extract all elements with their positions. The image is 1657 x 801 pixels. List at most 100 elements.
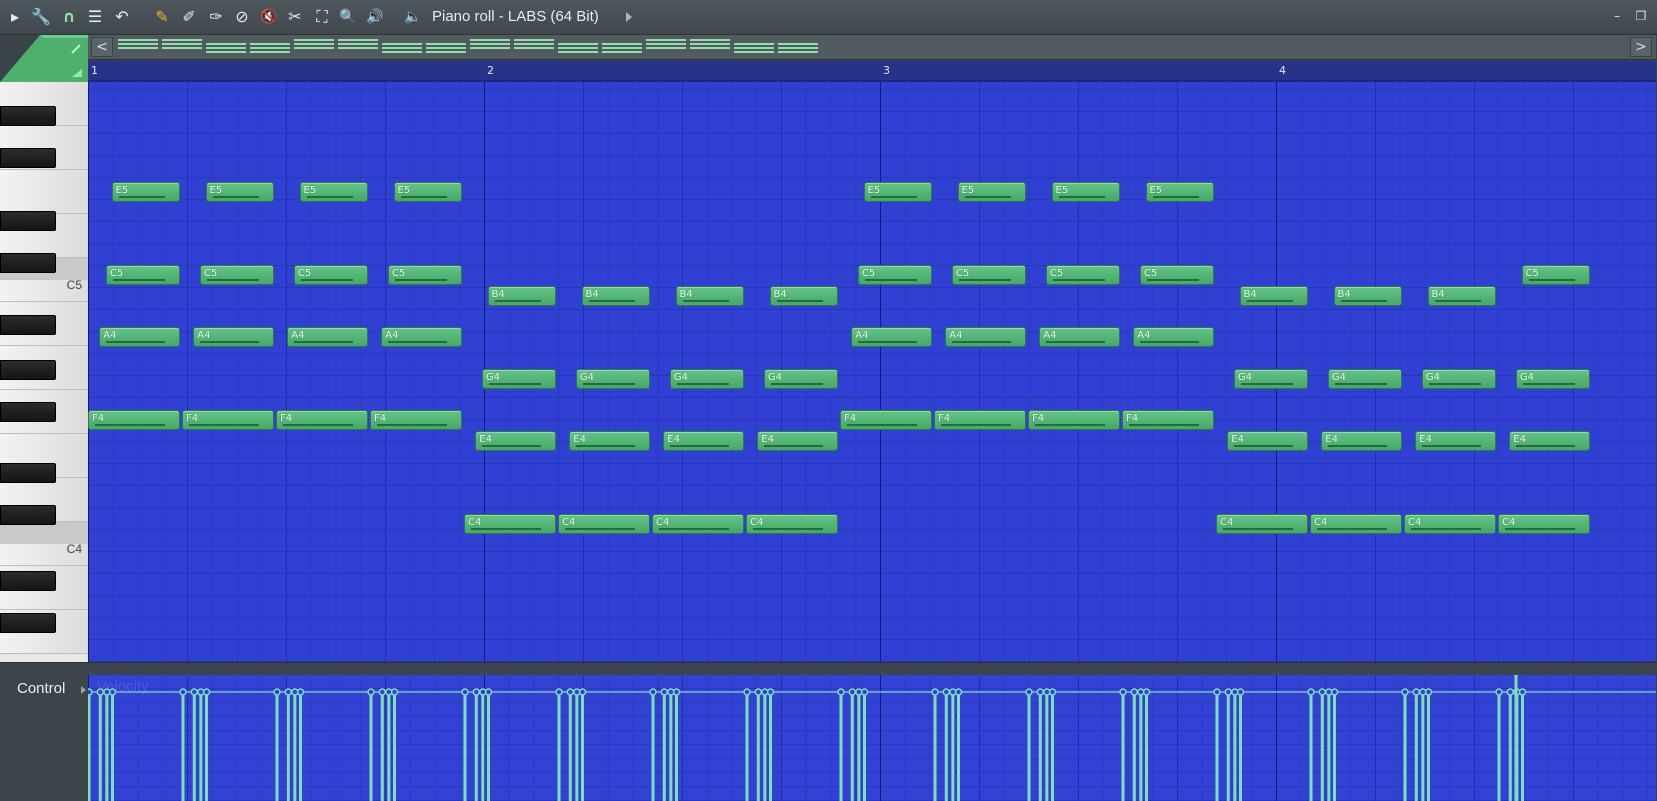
note-e5[interactable]: E5 [1051, 182, 1120, 202]
paint-icon[interactable]: ✑ [205, 6, 227, 28]
note-e5[interactable]: E5 [111, 182, 180, 202]
note-e5[interactable]: E5 [299, 182, 368, 202]
note-f4[interactable]: F4 [88, 410, 180, 430]
note-c5[interactable]: C5 [387, 265, 462, 285]
note-e4[interactable]: E4 [1227, 431, 1308, 451]
note-g4[interactable]: G4 [1515, 369, 1590, 389]
note-e4[interactable]: E4 [1415, 431, 1496, 451]
note-c4[interactable]: C4 [652, 514, 744, 534]
note-g4[interactable]: G4 [669, 369, 744, 389]
note-a4[interactable]: A4 [1039, 327, 1120, 347]
black-key[interactable] [0, 360, 56, 380]
black-key[interactable] [0, 463, 56, 483]
note-a4[interactable]: A4 [287, 327, 368, 347]
note-c4[interactable]: C4 [1310, 514, 1402, 534]
mute-icon[interactable]: 🔇 [258, 6, 280, 28]
note-e5[interactable]: E5 [863, 182, 932, 202]
note-c5[interactable]: C5 [1521, 265, 1590, 285]
note-a4[interactable]: A4 [381, 327, 462, 347]
note-e4[interactable]: E4 [757, 431, 838, 451]
note-c4[interactable]: C4 [1498, 514, 1590, 534]
note-grid[interactable]: E5 E5 E5 E5 C5 C5 C5 C5 A4 A4 A4 A4 F4 F4 F4 F4 B4 B4 B4 B4… [88, 82, 1656, 662]
pane-divider[interactable] [0, 662, 1657, 675]
playback-icon[interactable]: 🔊 [364, 6, 386, 28]
note-a4[interactable]: A4 [193, 327, 274, 347]
note-c4[interactable]: C4 [1404, 514, 1496, 534]
note-b4[interactable]: B4 [1427, 286, 1496, 306]
speaker-icon[interactable]: 🔈 [402, 6, 424, 28]
note-a4[interactable]: A4 [99, 327, 180, 347]
note-c4[interactable]: C4 [464, 514, 556, 534]
pattern-overview[interactable]: < > [88, 35, 1656, 60]
note-g4[interactable]: G4 [1233, 369, 1308, 389]
note-c4[interactable]: C4 [1216, 514, 1308, 534]
undo-icon[interactable]: ↶ [111, 6, 133, 28]
magnet-icon[interactable]: ∩ [58, 6, 80, 28]
menu-arrow-icon[interactable]: ▸ [4, 6, 26, 28]
velocity-pane[interactable]: Velocity [88, 675, 1656, 801]
slice-icon[interactable]: ✂ [284, 6, 306, 28]
note-f4[interactable]: F4 [1122, 410, 1214, 430]
scroll-left-icon[interactable]: < [91, 37, 113, 57]
note-b4[interactable]: B4 [581, 286, 650, 306]
note-b4[interactable]: B4 [675, 286, 744, 306]
note-c5[interactable]: C5 [293, 265, 368, 285]
zoom-icon[interactable]: 🔍 [337, 6, 359, 28]
note-e5[interactable]: E5 [393, 182, 462, 202]
note-a4[interactable]: A4 [851, 327, 932, 347]
restore-icon[interactable]: ❐ [1633, 8, 1649, 24]
note-f4[interactable]: F4 [934, 410, 1026, 430]
delete-icon[interactable]: ⊘ [231, 6, 253, 28]
list-icon[interactable]: ☰ [84, 6, 106, 28]
wrench-icon[interactable]: 🔧 [30, 6, 52, 28]
note-e5[interactable]: E5 [957, 182, 1026, 202]
note-c5[interactable]: C5 [1139, 265, 1214, 285]
note-a4[interactable]: A4 [1133, 327, 1214, 347]
note-a4[interactable]: A4 [945, 327, 1026, 347]
note-c4[interactable]: C4 [558, 514, 650, 534]
note-e5[interactable]: E5 [1145, 182, 1214, 202]
title-menu-arrow-icon[interactable] [626, 12, 632, 22]
note-f4[interactable]: F4 [182, 410, 274, 430]
note-f4[interactable]: F4 [370, 410, 462, 430]
select-icon[interactable]: ⛶ [311, 6, 333, 28]
note-b4[interactable]: B4 [487, 286, 556, 306]
note-e4[interactable]: E4 [569, 431, 650, 451]
note-c4[interactable]: C4 [746, 514, 838, 534]
black-key[interactable] [0, 402, 56, 422]
note-g4[interactable]: G4 [1327, 369, 1402, 389]
scroll-right-icon[interactable]: > [1630, 37, 1652, 57]
control-menu-arrow-icon[interactable] [81, 686, 86, 694]
note-c5[interactable]: C5 [857, 265, 932, 285]
black-key[interactable] [0, 148, 56, 168]
black-key[interactable] [0, 505, 56, 525]
note-b4[interactable]: B4 [769, 286, 838, 306]
note-e4[interactable]: E4 [1321, 431, 1402, 451]
control-selector[interactable]: Control [0, 675, 88, 801]
piano-keyboard[interactable]: C5 C4 [0, 82, 88, 662]
pencil-icon[interactable]: ✎ [151, 6, 173, 28]
note-e5[interactable]: E5 [205, 182, 274, 202]
white-key[interactable] [0, 170, 88, 214]
note-b4[interactable]: B4 [1333, 286, 1402, 306]
note-g4[interactable]: G4 [481, 369, 556, 389]
minimize-icon[interactable]: – [1609, 8, 1625, 24]
black-key[interactable] [0, 106, 56, 126]
note-g4[interactable]: G4 [1421, 369, 1496, 389]
note-c5[interactable]: C5 [199, 265, 274, 285]
brush-icon[interactable]: ✐ [178, 6, 200, 28]
black-key[interactable] [0, 211, 56, 231]
note-c5[interactable]: C5 [1045, 265, 1120, 285]
black-key[interactable] [0, 315, 56, 335]
note-e4[interactable]: E4 [663, 431, 744, 451]
timeline-ruler[interactable]: 1 2 3 4 [88, 61, 1656, 82]
note-e4[interactable]: E4 [1509, 431, 1590, 451]
note-b4[interactable]: B4 [1239, 286, 1308, 306]
note-g4[interactable]: G4 [575, 369, 650, 389]
black-key[interactable] [0, 253, 56, 273]
black-key[interactable] [0, 613, 56, 633]
note-f4[interactable]: F4 [840, 410, 932, 430]
note-c5[interactable]: C5 [105, 265, 180, 285]
target-control-corner[interactable] [0, 35, 88, 82]
note-f4[interactable]: F4 [276, 410, 368, 430]
